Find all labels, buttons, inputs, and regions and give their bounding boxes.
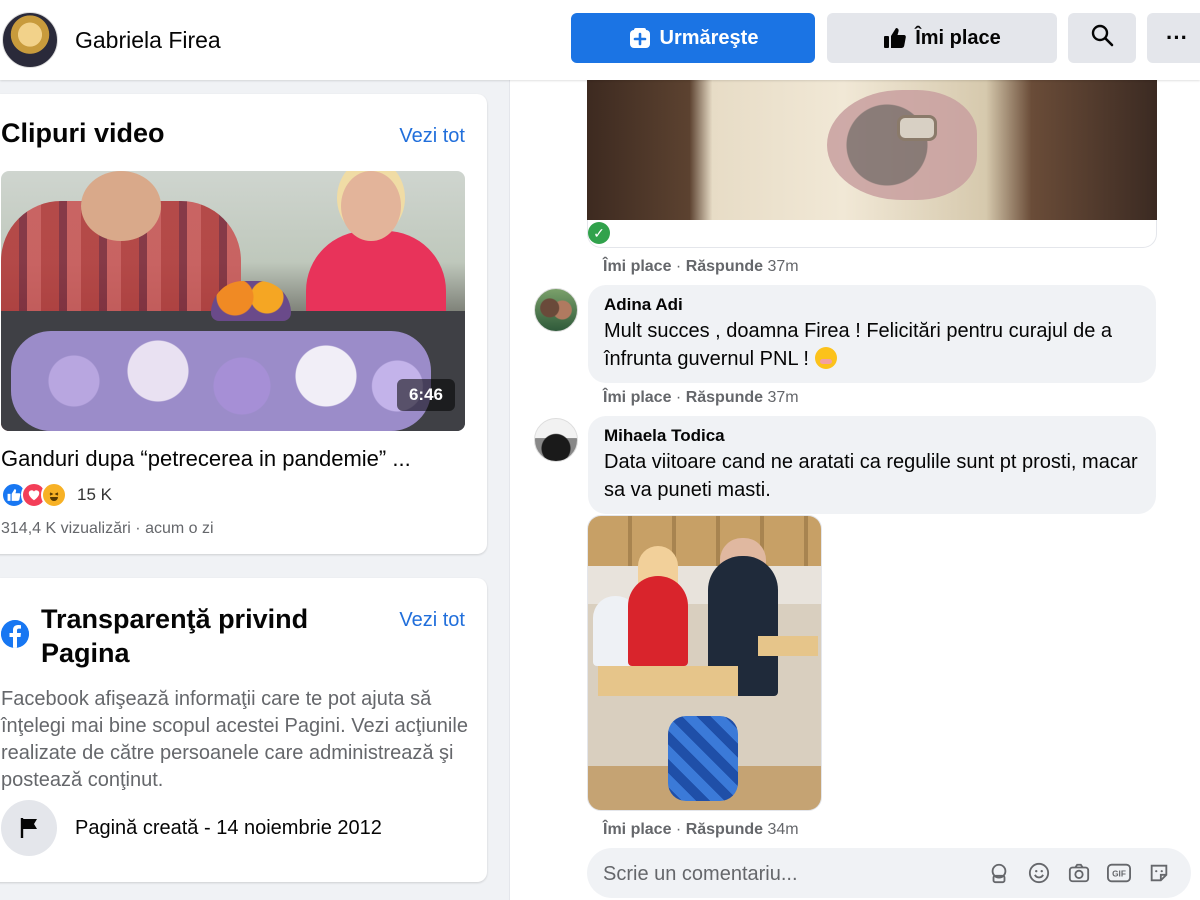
- search-icon: [1090, 23, 1114, 53]
- comment-reply-link[interactable]: Răspunde: [686, 258, 763, 275]
- transparency-card: Transparenţă privind Pagina Vezi tot Fac…: [0, 578, 487, 882]
- comment-reply-link[interactable]: Răspunde: [686, 821, 763, 838]
- page-header: Gabriela Firea Urmăreşte Îmi place ···: [0, 0, 1200, 80]
- emoji-icon[interactable]: [1027, 861, 1051, 885]
- videos-see-all-link[interactable]: Vezi tot: [399, 125, 465, 148]
- comment-input[interactable]: Scrie un comentariu... GIF: [587, 848, 1191, 898]
- facebook-logo-icon: [1, 620, 29, 648]
- page-avatar[interactable]: [2, 12, 58, 68]
- video-duration-badge: 6:46: [396, 379, 455, 411]
- camera-icon[interactable]: [1067, 861, 1091, 885]
- follow-button[interactable]: Urmăreşte: [571, 13, 815, 63]
- comment-tools: GIF: [987, 861, 1171, 885]
- like-page-button[interactable]: Îmi place: [827, 13, 1057, 63]
- more-options-button[interactable]: ···: [1147, 13, 1200, 63]
- transparency-title: Transparenţă privind Pagina: [41, 604, 309, 668]
- svg-text:GIF: GIF: [1112, 869, 1126, 879]
- comment-like-link[interactable]: Îmi place: [603, 821, 671, 838]
- thumbnail-head-woman: [341, 171, 401, 241]
- thumbnail-head-man: [81, 171, 161, 241]
- comment-actions-2: Îmi place · Răspunde 37m: [603, 389, 799, 406]
- avatar-sticker-icon[interactable]: [987, 861, 1011, 885]
- photo-desk: [598, 666, 738, 696]
- transparency-description: Facebook afişează informaţii care te pot…: [1, 688, 468, 791]
- page-created-text: Pagină creată - 14 noiembrie 2012: [75, 816, 382, 839]
- comment-like-link[interactable]: Îmi place: [603, 389, 671, 406]
- comment-time: 34m: [767, 821, 799, 838]
- reaction-count: 15 K: [77, 485, 112, 504]
- photo-desk: [758, 636, 818, 656]
- commenter-name[interactable]: Adina Adi: [604, 295, 1140, 315]
- commenter-avatar-mihaela[interactable]: [534, 418, 578, 462]
- like-label: Îmi place: [915, 26, 1001, 49]
- thumbs-up-icon: [883, 26, 907, 50]
- comment-actions-3: Îmi place · Răspunde 34m: [603, 821, 799, 838]
- more-icon: ···: [1166, 25, 1188, 50]
- page-name[interactable]: Gabriela Firea: [75, 27, 221, 54]
- thumbnail-flowers: [11, 331, 431, 431]
- comment-bubble-adina: Adina Adi Mult succes , doamna Firea ! F…: [588, 285, 1156, 383]
- transparency-see-all-link[interactable]: Vezi tot: [399, 609, 465, 632]
- search-button[interactable]: [1068, 13, 1136, 63]
- photo-hand: [827, 90, 977, 200]
- comment-photo-1-footer: [587, 220, 1157, 248]
- video-title[interactable]: Ganduri dupa “petrecerea in pandemie” ..…: [1, 446, 411, 472]
- haha-reaction-icon: [41, 482, 67, 508]
- follow-plus-icon: [628, 26, 652, 50]
- photo-woman: [628, 576, 688, 666]
- comment-time: 37m: [767, 258, 799, 275]
- video-reactions[interactable]: 15 K: [1, 482, 112, 508]
- videos-card: Clipuri video Vezi tot 6:46 Ganduri dupa…: [0, 94, 487, 554]
- video-thumbnail[interactable]: 6:46: [1, 171, 465, 431]
- videos-card-title: Clipuri video: [1, 118, 165, 148]
- commenter-name[interactable]: Mihaela Todica: [604, 426, 1140, 446]
- gif-icon[interactable]: GIF: [1107, 861, 1131, 885]
- comment-input-placeholder: Scrie un comentariu...: [603, 863, 798, 885]
- video-meta: 314,4 K vizualizări · acum o zi: [1, 520, 214, 537]
- photo-ring: [897, 115, 937, 141]
- sticker-icon[interactable]: [1147, 861, 1171, 885]
- comment-photo-2[interactable]: [587, 515, 822, 811]
- comment-text: Mult succes , doamna Firea ! Felicitări …: [604, 320, 1112, 370]
- photo-backpack: [668, 716, 738, 801]
- comment-actions-1: Îmi place · Răspunde 37m: [603, 258, 799, 275]
- flag-icon: [1, 800, 57, 856]
- page-created-row: Pagină creată - 14 noiembrie 2012: [1, 800, 382, 856]
- commenter-avatar-adina[interactable]: [534, 288, 578, 332]
- comment-bubble-mihaela: Mihaela Todica Data viitoare cand ne ara…: [588, 416, 1156, 514]
- photo-cabinets: [588, 516, 821, 566]
- comment-text: Data viitoare cand ne aratati ca regulil…: [604, 451, 1138, 501]
- comments-column: ✓ Îmi place · Răspunde 37m Adina Adi Mul…: [509, 80, 1200, 900]
- comment-photo-1[interactable]: [587, 80, 1157, 220]
- comment-time: 37m: [767, 389, 799, 406]
- thumbnail-fruit: [211, 281, 291, 321]
- comment-like-link[interactable]: Îmi place: [603, 258, 671, 275]
- verified-check-icon: ✓: [588, 222, 610, 244]
- smiling-emoji-icon: [814, 347, 837, 369]
- comment-reply-link[interactable]: Răspunde: [686, 389, 763, 406]
- follow-label: Urmăreşte: [659, 26, 759, 49]
